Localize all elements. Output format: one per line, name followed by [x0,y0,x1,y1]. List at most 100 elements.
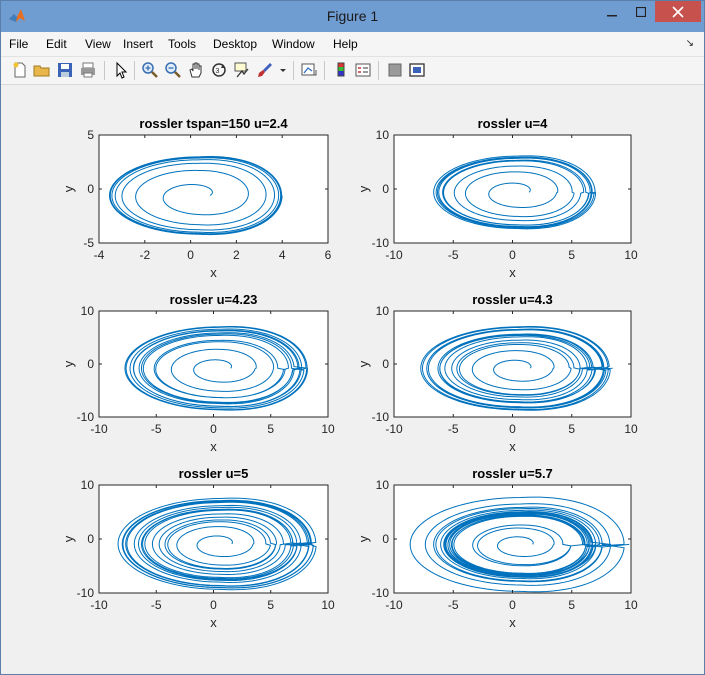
y-axis-label: y [61,185,76,192]
zoom-out-icon[interactable] [164,61,182,79]
figure-canvas[interactable]: rossler tspan=150 u=2.4 -4 -2 0 2 4 6 5 0 -5 x y ros… [9,87,696,668]
x-tick-label: 0 [509,422,516,436]
minimize-icon [607,14,617,16]
y-tick-label: -10 [77,410,95,424]
data-cursor-icon[interactable] [233,61,251,79]
zoom-in-icon[interactable] [141,61,159,79]
x-tick-label: -5 [151,422,162,436]
menu-help[interactable]: Help [333,37,358,51]
y-tick-label: 0 [382,182,389,196]
y-tick-label: 0 [87,357,94,371]
x-tick-label: 6 [325,248,332,262]
x-tick-label: 10 [321,598,335,612]
y-axis-label: y [356,535,371,542]
subplot-4[interactable]: rossler u=4.3 -10 -5 0 5 10 10 0 -10 x y [356,292,638,454]
x-axis-label: x [509,615,516,630]
y-tick-label: -10 [372,236,390,250]
figure-window: Figure 1 File Edit View Insert Tools Des… [0,0,705,675]
link-plot-icon[interactable] [300,61,318,79]
x-tick-label: 10 [624,422,638,436]
x-tick-label: -5 [448,598,459,612]
open-file-icon[interactable] [33,61,51,79]
menu-edit[interactable]: Edit [46,37,67,51]
menu-bar: File Edit View Insert Tools Desktop Wind… [1,32,704,57]
subplot-title: rossler u=4 [478,116,549,131]
x-tick-label: 5 [267,422,274,436]
subplot-title: rossler u=4.23 [170,292,258,307]
x-tick-label: 10 [321,422,335,436]
menu-window[interactable]: Window [272,37,315,51]
x-tick-label: -10 [385,422,403,436]
x-tick-label: 0 [509,248,516,262]
x-tick-label: -10 [90,422,108,436]
y-axis-label: y [356,185,371,192]
legend-icon[interactable] [354,61,372,79]
y-tick-label: 0 [382,357,389,371]
y-tick-label: -5 [83,236,94,250]
toolbar-separator [104,61,105,80]
save-icon[interactable] [56,61,74,79]
hide-plot-tools-icon[interactable] [386,61,404,79]
subplot-5[interactable]: rossler u=5 -10 -5 0 5 10 10 0 -10 x y [61,466,335,630]
subplot-1[interactable]: rossler tspan=150 u=2.4 -4 -2 0 2 4 6 5 0 -5 x y [61,116,332,280]
y-tick-label: 0 [87,182,94,196]
x-tick-label: 5 [568,422,575,436]
pan-icon[interactable] [187,61,205,79]
y-tick-label: 10 [81,478,95,492]
rotate-3d-icon[interactable]: 3 [210,61,228,79]
toolbar-separator [324,61,325,80]
brush-icon[interactable] [256,61,274,79]
menu-insert[interactable]: Insert [123,37,153,51]
y-tick-label: 0 [87,532,94,546]
x-tick-label: 0 [210,422,217,436]
y-tick-label: -10 [372,410,390,424]
svg-text:3: 3 [216,68,220,75]
x-tick-label: -10 [90,598,108,612]
subplot-2[interactable]: rossler u=4 -10 -5 0 5 10 10 0 -10 x y [356,116,638,280]
subplot-6[interactable]: rossler u=5.7 -10 -5 0 5 10 10 0 -10 x y [356,466,638,630]
y-tick-label: 10 [81,304,95,318]
x-tick-label: 5 [568,598,575,612]
x-axis-label: x [210,615,217,630]
y-tick-label: 0 [382,532,389,546]
title-bar[interactable]: Figure 1 [1,1,704,32]
subplot-title: rossler tspan=150 u=2.4 [139,116,288,131]
chevron-down-icon[interactable] [278,61,288,79]
y-tick-label: -10 [77,586,95,600]
show-plot-tools-icon[interactable] [408,61,426,79]
x-tick-label: 2 [233,248,240,262]
colorbar-icon[interactable] [332,61,350,79]
menu-tools[interactable]: Tools [168,37,196,51]
print-icon[interactable] [79,61,97,79]
new-figure-icon[interactable] [11,61,29,79]
axes-background [99,135,328,243]
minimize-button[interactable] [597,1,627,22]
subplot-grid[interactable]: rossler tspan=150 u=2.4-4 -2 0 2 4 650-5xyros… [9,87,696,668]
x-tick-label: 0 [210,598,217,612]
x-axis-label: x [210,439,217,454]
maximize-icon [636,6,646,17]
y-tick-label: 5 [87,128,94,142]
x-tick-label: -5 [448,422,459,436]
x-tick-label: 0 [187,248,194,262]
edit-plot-icon[interactable] [112,61,130,79]
y-axis-label: y [61,360,76,367]
x-tick-label: 10 [624,598,638,612]
menu-file[interactable]: File [9,37,28,51]
close-button[interactable] [655,1,701,22]
x-axis-label: x [210,265,217,280]
dock-arrow-icon[interactable]: ↘ [686,38,694,49]
menu-view[interactable]: View [85,37,111,51]
x-tick-label: 4 [279,248,286,262]
toolbar-separator [134,61,135,80]
x-tick-label: 5 [568,248,575,262]
y-tick-label: -10 [372,586,390,600]
subplot-title: rossler u=5.7 [472,466,553,481]
x-axis-label: x [509,439,516,454]
menu-desktop[interactable]: Desktop [213,37,257,51]
y-tick-label: 10 [376,128,390,142]
maximize-button[interactable] [627,1,655,22]
subplot-3[interactable]: rossler u=4.23 -10 -5 0 5 10 10 0 -10 x y [61,292,335,454]
x-tick-label: -4 [94,248,105,262]
subplot-title: rossler u=5 [179,466,249,481]
